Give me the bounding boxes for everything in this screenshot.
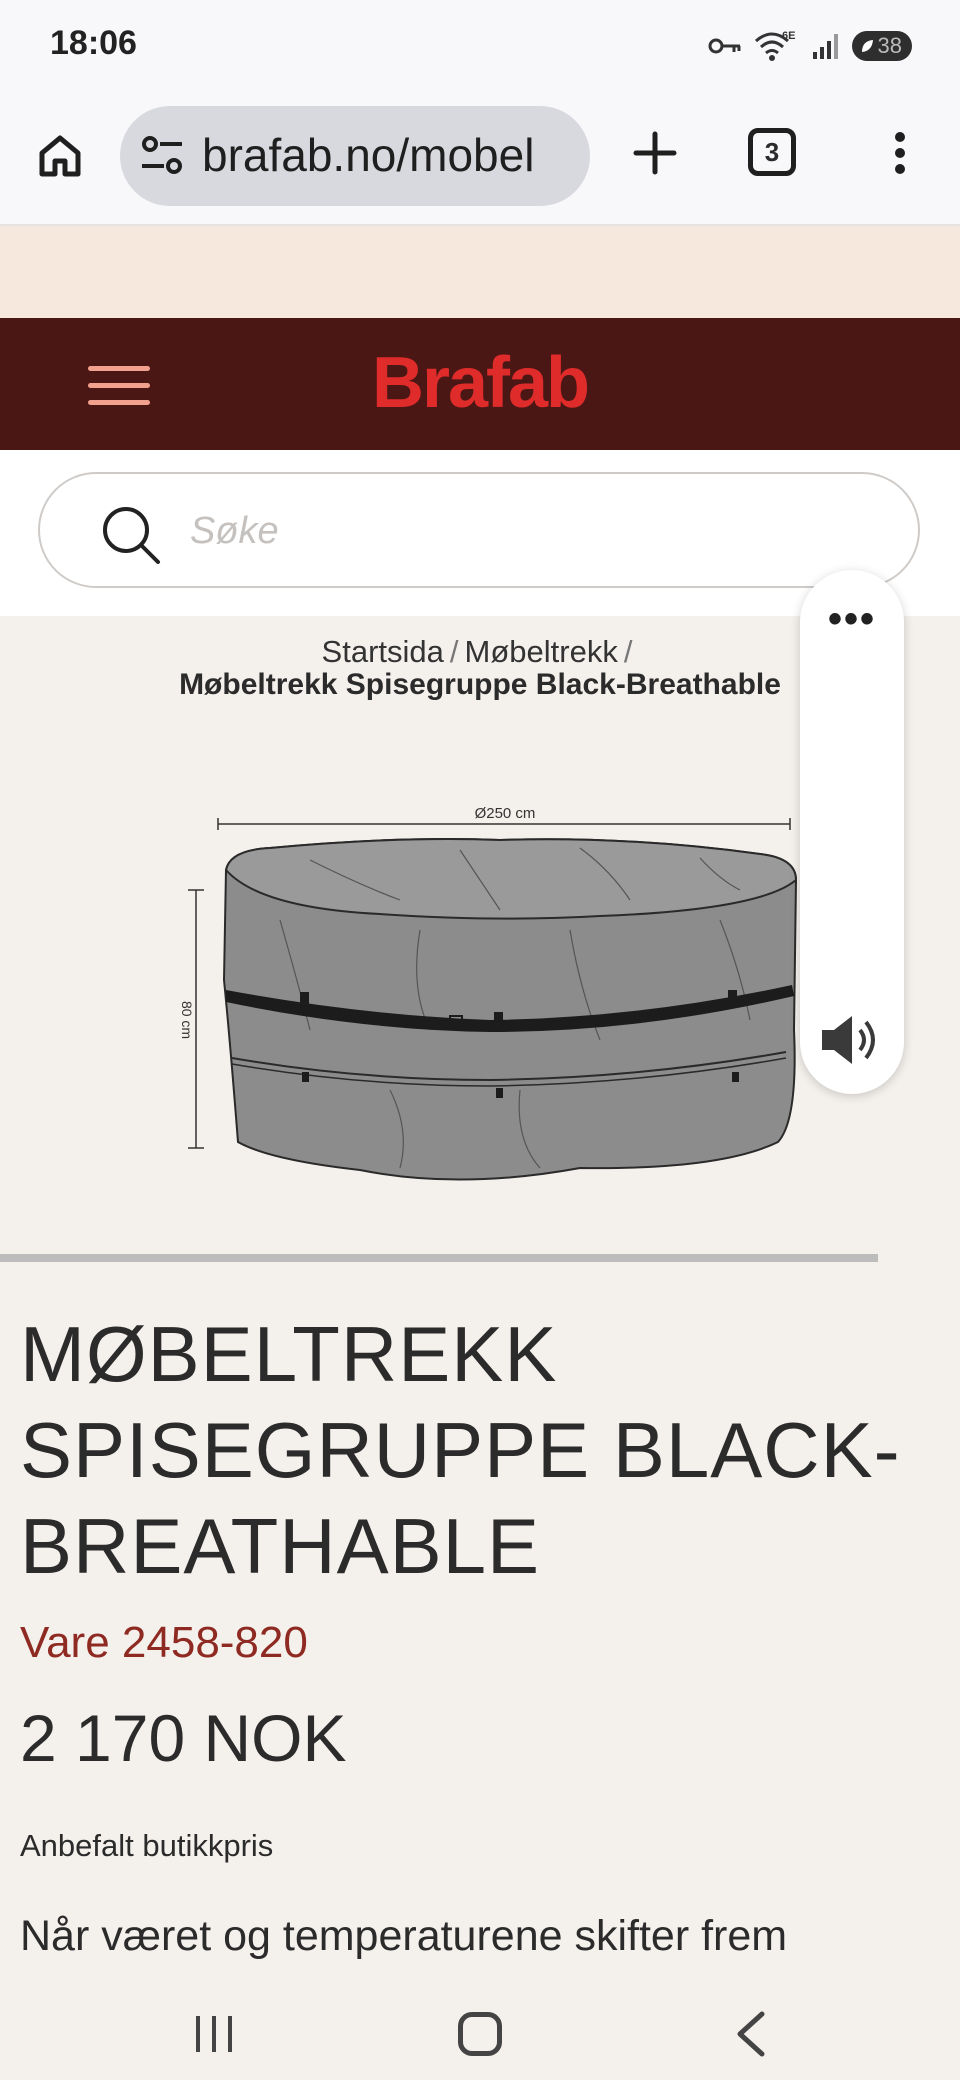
diameter-label: Ø250 cm (475, 805, 536, 822)
vpn-key-icon (708, 38, 741, 54)
search-box[interactable] (38, 472, 920, 588)
tab-count: 3 (764, 136, 780, 167)
height-label: 80 cm (179, 1001, 195, 1039)
address-bar[interactable]: brafab.no/mobel (120, 106, 590, 206)
browser-toolbar: brafab.no/mobel 3 (0, 92, 960, 226)
wifi-6e-label: 6E (782, 30, 795, 42)
search-icon (103, 507, 160, 564)
search-input[interactable] (188, 500, 792, 562)
product-description: Når været og temperaturene skifter frem (20, 1912, 788, 1960)
home-icon (39, 135, 81, 177)
home-button[interactable] (28, 124, 92, 188)
status-bar: 18:06 6E 38 (0, 0, 960, 92)
breadcrumb-link-category[interactable]: Møbeltrekk (465, 634, 618, 669)
price-note: Anbefalt butikkpris (20, 1828, 274, 1863)
image-scrollbar[interactable] (0, 1254, 878, 1262)
breadcrumb-link-home[interactable]: Startsida (322, 634, 444, 669)
breadcrumb-separator: / (449, 634, 459, 669)
battery-icon: 38 (851, 31, 912, 61)
product-sku: Vare 2458-820 (20, 1618, 308, 1667)
battery-level: 38 (877, 33, 902, 58)
new-tab-button[interactable] (622, 120, 688, 186)
plus-icon (633, 131, 677, 175)
clock: 18:06 (50, 24, 137, 62)
site-header: Brafab (0, 318, 960, 450)
product-title-line: MØBELTREKK (20, 1310, 558, 1398)
signal-icon (812, 34, 838, 59)
recents-icon[interactable] (192, 2014, 236, 2054)
speaker-icon[interactable] (818, 1010, 886, 1070)
wifi-6e-icon: 6E (754, 30, 795, 61)
browser-menu-button[interactable] (876, 120, 924, 186)
breadcrumb-separator: / (623, 634, 633, 669)
brand-logo[interactable]: Brafab (0, 342, 960, 424)
more-vert-icon (895, 132, 905, 174)
system-nav-bar (0, 1980, 960, 2080)
url-text[interactable]: brafab.no/mobel (202, 128, 534, 182)
status-icons: 6E 38 (708, 26, 912, 66)
home-circle-icon[interactable] (458, 2012, 502, 2056)
product-title-line: SPISEGRUPPE BLACK- (20, 1406, 901, 1494)
more-horiz-icon[interactable]: ••• (800, 599, 904, 654)
tabs-button[interactable]: 3 (748, 128, 796, 176)
floating-tool-panel: ••• (800, 570, 904, 1094)
back-icon[interactable] (732, 2010, 772, 2058)
product-price: 2 170 NOK (20, 1701, 347, 1775)
site-settings-icon[interactable] (140, 132, 184, 180)
promo-band (0, 226, 960, 318)
product-image[interactable]: Ø250 cm 80 cm (160, 790, 810, 1230)
product-title-line: BREATHABLE (20, 1502, 541, 1590)
product-title: MØBELTREKK SPISEGRUPPE BLACK- BREATHABLE (20, 1306, 940, 1594)
leaf-icon (861, 40, 873, 52)
